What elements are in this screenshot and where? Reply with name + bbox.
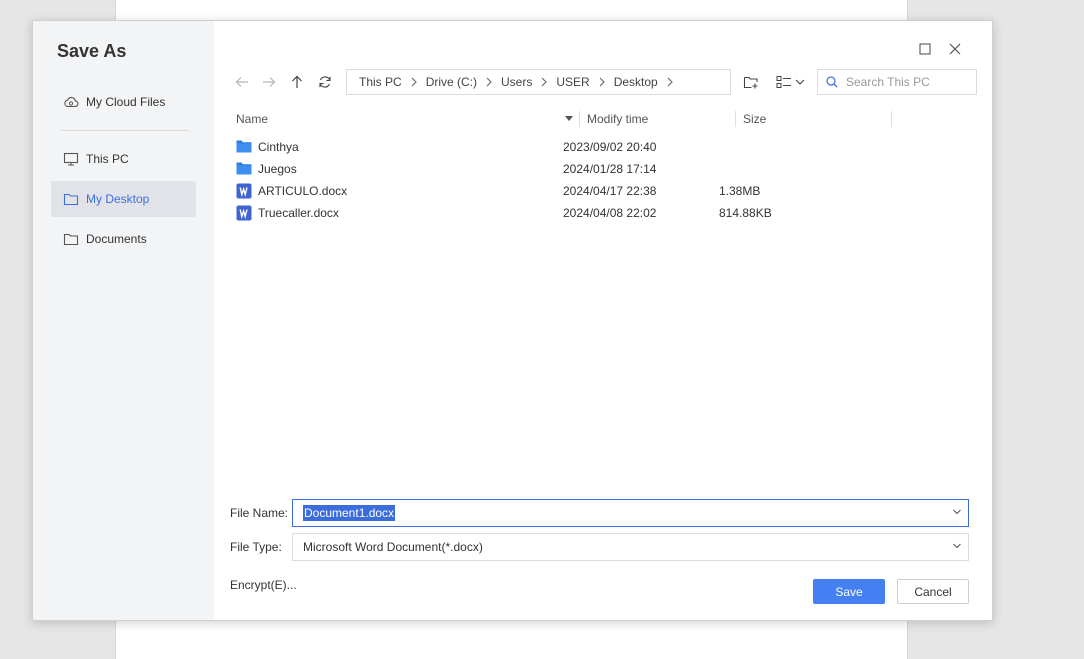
new-folder-button[interactable]	[741, 71, 761, 93]
main-panel: This PC Drive (C:) Users USER Desktop Na…	[214, 21, 992, 620]
column-divider	[579, 111, 580, 127]
maximize-button[interactable]	[915, 39, 935, 59]
file-name: Truecaller.docx	[258, 206, 339, 220]
column-header-name[interactable]: Name	[236, 108, 576, 130]
cloud-icon	[63, 94, 79, 110]
sidebar-item-label: My Cloud Files	[86, 95, 166, 109]
folder-icon	[63, 191, 79, 207]
sort-down-icon	[565, 116, 573, 121]
file-name: ARTICULO.docx	[258, 184, 348, 198]
sidebar-item-label: My Desktop	[86, 192, 150, 206]
chevron-down-icon	[953, 543, 961, 549]
monitor-icon	[63, 151, 79, 167]
folder-icon	[236, 139, 252, 155]
breadcrumb-item[interactable]: Drive (C:)	[426, 75, 477, 89]
file-type-label: File Type:	[230, 540, 282, 554]
file-modified: 2024/04/17 22:38	[563, 184, 657, 198]
file-name-value: Document1.docx	[303, 505, 396, 521]
save-button[interactable]: Save	[813, 579, 885, 604]
word-document-icon	[236, 205, 252, 221]
cancel-button[interactable]: Cancel	[897, 579, 969, 604]
file-row[interactable]: Juegos 2024/01/28 17:14	[236, 158, 896, 180]
chevron-right-icon	[485, 77, 493, 87]
breadcrumb-item[interactable]: Users	[501, 75, 532, 89]
breadcrumb-item[interactable]: Desktop	[614, 75, 658, 89]
arrow-right-icon	[263, 77, 276, 87]
arrow-left-icon	[235, 77, 248, 87]
breadcrumb: This PC Drive (C:) Users USER Desktop	[346, 69, 731, 95]
column-header-size[interactable]: Size	[743, 108, 893, 130]
maximize-icon	[919, 43, 931, 55]
file-name-field[interactable]: Document1.docx	[292, 499, 969, 527]
up-button[interactable]	[287, 71, 307, 93]
folder-icon	[63, 231, 79, 247]
search-box	[817, 69, 977, 95]
forward-button[interactable]	[259, 71, 279, 93]
file-name: Cinthya	[258, 140, 299, 154]
column-header-modify-time[interactable]: Modify time	[587, 108, 737, 130]
sidebar-item-this-pc[interactable]: This PC	[51, 141, 196, 177]
sidebar-item-my-desktop[interactable]: My Desktop	[51, 181, 196, 217]
file-modified: 2023/09/02 20:40	[563, 140, 657, 154]
chevron-right-icon	[540, 77, 548, 87]
encrypt-link[interactable]: Encrypt(E)...	[230, 578, 297, 592]
folder-icon	[236, 161, 252, 177]
chevron-right-icon	[410, 77, 418, 87]
file-modified: 2024/04/08 22:02	[563, 206, 657, 220]
dialog-title: Save As	[57, 41, 127, 61]
arrow-up-icon	[292, 75, 302, 88]
sidebar-item-label: Documents	[86, 232, 147, 246]
close-icon	[949, 43, 961, 55]
search-icon	[826, 76, 838, 88]
chevron-down-icon	[953, 509, 961, 515]
file-row[interactable]: Truecaller.docx 2024/04/08 22:02 814.88K…	[236, 202, 896, 224]
close-button[interactable]	[945, 39, 965, 59]
file-name-label: File Name:	[230, 506, 289, 520]
new-folder-icon	[743, 76, 758, 89]
file-type-select[interactable]: Microsoft Word Document(*.docx)	[292, 533, 969, 561]
word-document-icon	[236, 183, 252, 199]
file-row[interactable]: ARTICULO.docx 2024/04/17 22:38 1.38MB	[236, 180, 896, 202]
back-button[interactable]	[232, 71, 252, 93]
file-size: 814.88KB	[719, 206, 772, 220]
file-size: 1.38MB	[719, 184, 761, 198]
save-as-dialog: Save As My Cloud Files This PC My Deskto…	[32, 20, 993, 621]
sidebar: Save As My Cloud Files This PC My Deskto…	[33, 21, 214, 620]
file-modified: 2024/01/28 17:14	[563, 162, 657, 176]
search-input[interactable]	[846, 75, 966, 89]
chevron-right-icon	[598, 77, 606, 87]
file-type-value: Microsoft Word Document(*.docx)	[303, 540, 483, 554]
sidebar-item-label: This PC	[86, 152, 129, 166]
view-mode-button[interactable]	[774, 71, 806, 93]
sidebar-item-my-cloud-files[interactable]: My Cloud Files	[51, 84, 196, 120]
sidebar-item-documents[interactable]: Documents	[51, 221, 196, 257]
refresh-button[interactable]	[315, 71, 335, 93]
column-divider	[891, 111, 892, 127]
breadcrumb-item[interactable]: USER	[556, 75, 589, 89]
chevron-right-icon	[666, 77, 674, 87]
refresh-icon	[319, 76, 331, 88]
sidebar-divider	[61, 130, 189, 131]
file-row[interactable]: Cinthya 2023/09/02 20:40	[236, 136, 896, 158]
breadcrumb-item[interactable]: This PC	[359, 75, 402, 89]
chevron-down-icon	[795, 79, 804, 85]
list-view-icon	[776, 76, 791, 88]
column-divider	[735, 111, 736, 127]
file-name: Juegos	[258, 162, 297, 176]
